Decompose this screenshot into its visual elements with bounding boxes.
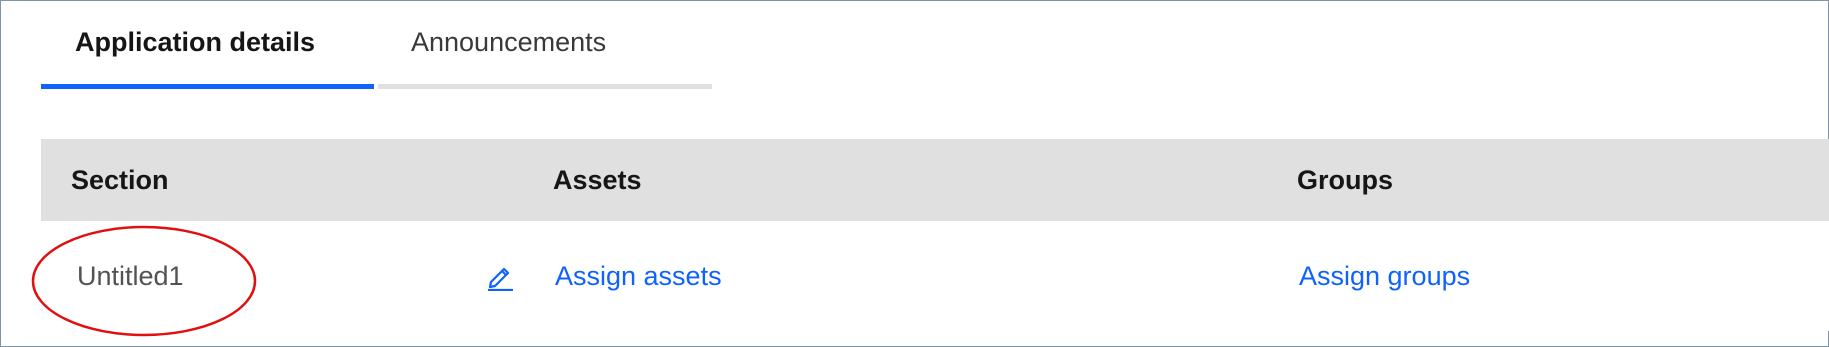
tab-bar: Application details Announcements — [41, 1, 712, 89]
pencil-edit-icon[interactable] — [485, 261, 515, 291]
column-header-assets: Assets — [553, 165, 642, 195]
tab-label: Application details — [75, 27, 316, 57]
tab-label: Announcements — [411, 27, 607, 57]
column-header-groups: Groups — [1297, 165, 1394, 195]
assign-assets-link[interactable]: Assign assets — [555, 221, 722, 331]
tab-application-details[interactable]: Application details — [41, 1, 374, 89]
table-row: Untitled1 Assign assets Assign groups — [41, 221, 1829, 331]
sections-table: Section Assets Groups Untitled1 Assign a… — [41, 139, 1829, 331]
column-header-section: Section — [71, 165, 169, 195]
application-panel: Application details Announcements Sectio… — [0, 0, 1829, 347]
section-name: Untitled1 — [77, 261, 184, 291]
table-header: Section Assets Groups — [41, 139, 1829, 221]
tab-announcements[interactable]: Announcements — [378, 1, 712, 89]
assign-groups-link[interactable]: Assign groups — [1299, 221, 1470, 331]
